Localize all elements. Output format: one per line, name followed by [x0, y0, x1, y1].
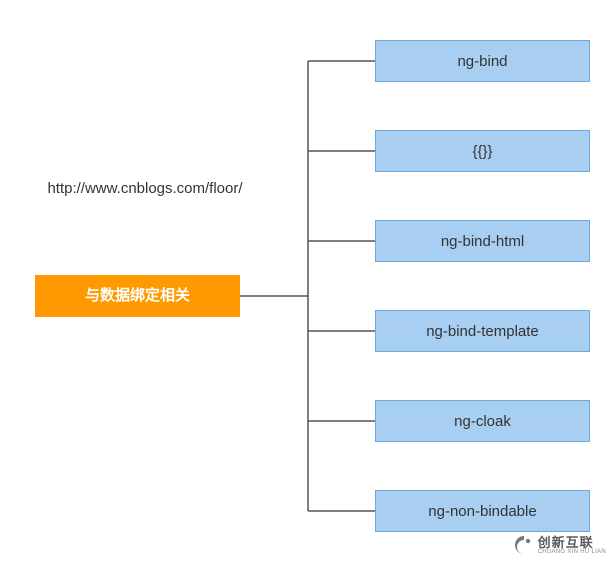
logo-text-cn: 创新互联 [538, 536, 606, 549]
brand-logo: 创新互联 CHUANG XIN HU LIAN [514, 535, 606, 555]
leaf-node: ng-bind-template [375, 310, 590, 352]
leaf-node: ng-non-bindable [375, 490, 590, 532]
leaf-node: ng-cloak [375, 400, 590, 442]
logo-text-en: CHUANG XIN HU LIAN [538, 549, 606, 555]
logo-icon [514, 535, 534, 555]
source-url-text: http://www.cnblogs.com/floor/ [45, 178, 245, 199]
leaf-node: {{}} [375, 130, 590, 172]
leaf-node: ng-bind-html [375, 220, 590, 262]
root-node: 与数据绑定相关 [35, 275, 240, 317]
leaf-node: ng-bind [375, 40, 590, 82]
